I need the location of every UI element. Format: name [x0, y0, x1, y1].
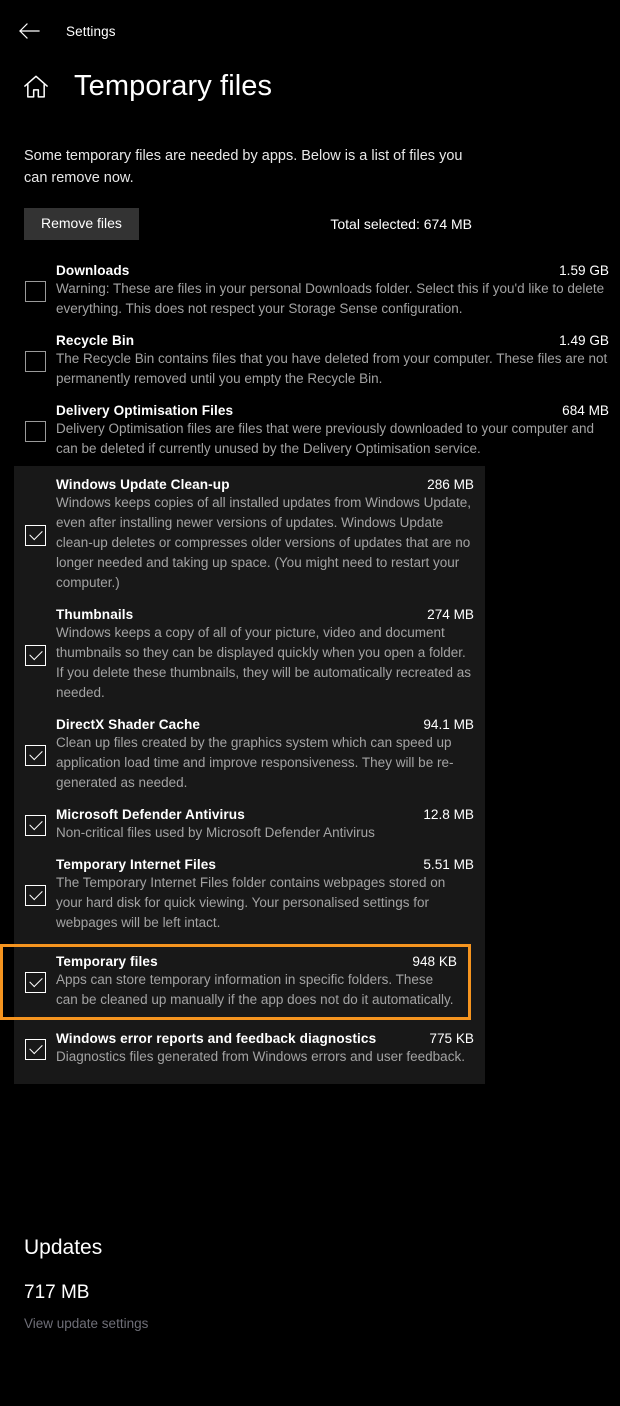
file-category-size: 94.1 MB: [423, 717, 474, 732]
file-category-title: Temporary files: [56, 954, 158, 969]
checkbox-wrapper: [25, 857, 46, 933]
file-category-row[interactable]: Temporary files 948 KB Apps can store temp…: [0, 944, 471, 1020]
temporary-files-list: Downloads 1.59 GB Warning: These are files…: [0, 256, 620, 1084]
checkbox-wrapper: [25, 333, 46, 389]
file-category-body: Downloads 1.59 GB Warning: These are files…: [56, 263, 620, 319]
file-category-title: Downloads: [56, 263, 130, 278]
file-category-header: DirectX Shader Cache 94.1 MB: [56, 717, 474, 732]
file-category-size: 1.59 GB: [559, 263, 609, 278]
checkbox-checked[interactable]: [25, 884, 46, 906]
file-category-description: Windows keeps copies of all installed up…: [56, 495, 471, 590]
file-category-header: Windows Update Clean-up 286 MB: [56, 477, 474, 492]
page-header: Temporary files: [0, 72, 620, 101]
file-category-description: Clean up files created by the graphics s…: [56, 735, 454, 790]
file-category-title: Delivery Optimisation Files: [56, 403, 234, 418]
file-category-description: Windows keeps a copy of all of your pict…: [56, 625, 471, 700]
checkbox-unchecked[interactable]: [25, 420, 46, 442]
intro-text: Some temporary files are needed by apps.…: [24, 148, 463, 186]
unselected-items-group: Downloads 1.59 GB Warning: These are files…: [0, 256, 620, 466]
file-category-size: 775 KB: [429, 1031, 474, 1046]
file-category-row[interactable]: Windows error reports and feedback diagn…: [14, 1024, 485, 1074]
file-category-size: 5.51 MB: [423, 857, 474, 872]
checkbox-checked[interactable]: [25, 644, 46, 666]
file-category-body: Temporary Internet Files 5.51 MB The Tempo…: [56, 857, 485, 933]
file-category-size: 1.49 GB: [559, 333, 609, 348]
file-category-row[interactable]: DirectX Shader Cache 94.1 MB Clean up file…: [14, 710, 485, 800]
file-category-header: Recycle Bin 1.49 GB: [56, 333, 609, 348]
action-row: Remove files Total selected: 674 MB: [24, 208, 472, 240]
file-category-title: Recycle Bin: [56, 333, 135, 348]
file-category-title: Microsoft Defender Antivirus: [56, 807, 245, 822]
checkbox-wrapper: [25, 607, 46, 703]
back-arrow-icon: [19, 23, 40, 39]
selected-items-group: Windows Update Clean-up 286 MB Windows kee…: [0, 466, 485, 1084]
file-category-title: Windows error reports and feedback diagn…: [56, 1031, 377, 1046]
file-category-row[interactable]: Recycle Bin 1.49 GB The Recycle Bin contai…: [0, 326, 620, 396]
file-category-size: 12.8 MB: [423, 807, 474, 822]
remove-files-button[interactable]: Remove files: [24, 208, 139, 240]
checkbox-checked[interactable]: [25, 971, 46, 993]
view-update-settings-link[interactable]: View update settings: [24, 1316, 148, 1331]
checkbox-checked[interactable]: [25, 744, 46, 766]
file-category-description: Warning: These are files in your persona…: [56, 281, 605, 316]
file-category-header: Temporary files 948 KB: [56, 954, 457, 969]
back-button[interactable]: [6, 13, 52, 49]
file-category-header: Windows error reports and feedback diagn…: [56, 1031, 474, 1046]
updates-size: 717 MB: [24, 1282, 90, 1303]
file-category-body: Windows error reports and feedback diagn…: [56, 1031, 485, 1067]
file-category-header: Thumbnails 274 MB: [56, 607, 474, 622]
file-category-size: 948 KB: [412, 954, 457, 969]
file-category-row[interactable]: Windows Update Clean-up 286 MB Windows kee…: [14, 470, 485, 600]
total-selected-label: Total selected: 674 MB: [330, 216, 472, 232]
app-title: Settings: [66, 23, 116, 39]
file-category-row[interactable]: Delivery Optimisation Files 684 MB Deliver…: [0, 396, 620, 466]
file-category-row[interactable]: Temporary Internet Files 5.51 MB The Tempo…: [14, 850, 485, 940]
checkbox-checked[interactable]: [25, 1038, 46, 1060]
file-category-row[interactable]: Microsoft Defender Antivirus 12.8 MB Non-c…: [14, 800, 485, 850]
file-category-header: Temporary Internet Files 5.51 MB: [56, 857, 474, 872]
file-category-body: Delivery Optimisation Files 684 MB Deliver…: [56, 403, 620, 459]
file-category-row[interactable]: Downloads 1.59 GB Warning: These are files…: [0, 256, 620, 326]
home-icon[interactable]: [22, 73, 50, 101]
file-category-description: Apps can store temporary information in …: [56, 972, 454, 1007]
file-category-title: Temporary Internet Files: [56, 857, 217, 872]
updates-section: Updates 717 MB View update settings: [24, 1236, 424, 1333]
checkbox-wrapper: [25, 807, 46, 843]
file-category-title: DirectX Shader Cache: [56, 717, 201, 732]
file-category-body: Windows Update Clean-up 286 MB Windows kee…: [56, 477, 485, 593]
settings-page: Settings Temporary files Some temporary …: [0, 0, 620, 1406]
file-category-body: Microsoft Defender Antivirus 12.8 MB Non-c…: [56, 807, 485, 843]
updates-heading: Updates: [24, 1236, 103, 1259]
checkbox-checked[interactable]: [25, 524, 46, 546]
file-category-description: Diagnostics files generated from Windows…: [56, 1049, 465, 1064]
checkbox-checked[interactable]: [25, 814, 46, 836]
checkbox-wrapper: [25, 717, 46, 793]
checkbox-wrapper: [25, 263, 46, 319]
file-category-size: 274 MB: [427, 607, 474, 622]
checkbox-unchecked[interactable]: [25, 350, 46, 372]
title-bar: Settings: [0, 0, 620, 62]
file-category-description: Delivery Optimisation files are files th…: [56, 421, 595, 456]
file-category-header: Downloads 1.59 GB: [56, 263, 609, 278]
file-category-body: Thumbnails 274 MB Windows keeps a copy of …: [56, 607, 485, 703]
file-category-description: The Temporary Internet Files folder cont…: [56, 875, 446, 930]
file-category-header: Delivery Optimisation Files 684 MB: [56, 403, 609, 418]
file-category-header: Microsoft Defender Antivirus 12.8 MB: [56, 807, 474, 822]
file-category-title: Thumbnails: [56, 607, 134, 622]
file-category-description: Non-critical files used by Microsoft Def…: [56, 825, 375, 840]
file-category-size: 684 MB: [562, 403, 609, 418]
file-category-body: DirectX Shader Cache 94.1 MB Clean up file…: [56, 717, 485, 793]
file-category-body: Temporary files 948 KB Apps can store temp…: [56, 954, 468, 1010]
checkbox-unchecked[interactable]: [25, 280, 46, 302]
file-category-row[interactable]: Thumbnails 274 MB Windows keeps a copy of …: [14, 600, 485, 710]
page-title: Temporary files: [74, 70, 273, 102]
file-category-size: 286 MB: [427, 477, 474, 492]
file-category-title: Windows Update Clean-up: [56, 477, 230, 492]
checkbox-wrapper: [25, 403, 46, 459]
checkbox-wrapper: [25, 477, 46, 593]
checkbox-wrapper: [25, 1031, 46, 1067]
checkbox-wrapper: [25, 954, 46, 1010]
file-category-description: The Recycle Bin contains files that you …: [56, 351, 608, 386]
file-category-body: Recycle Bin 1.49 GB The Recycle Bin contai…: [56, 333, 620, 389]
